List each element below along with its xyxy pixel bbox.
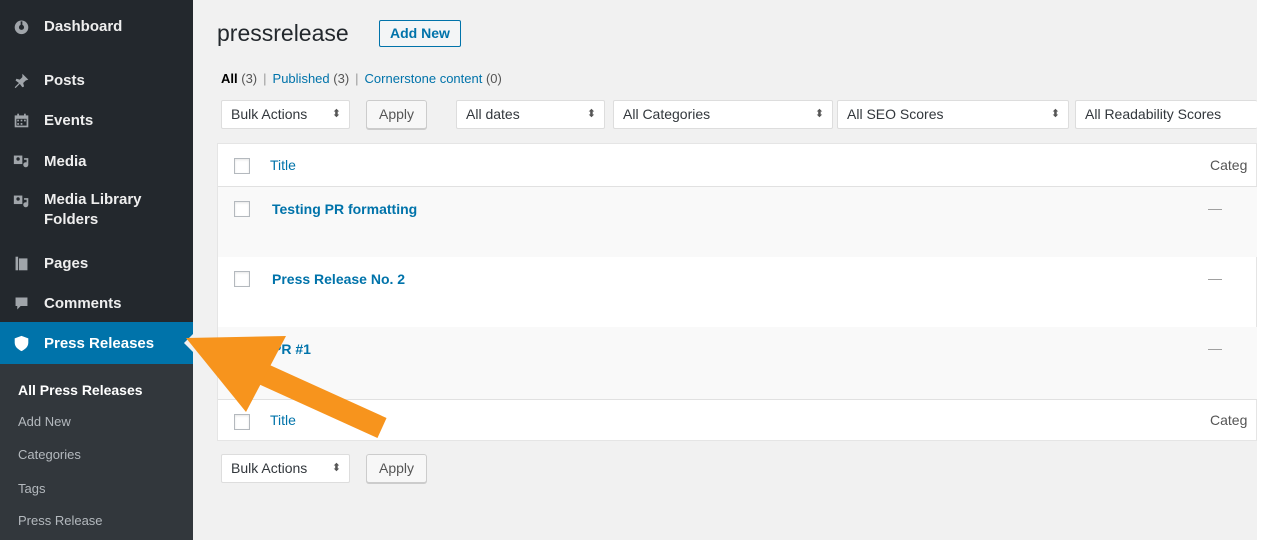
submenu-tags[interactable]: Tags [18, 481, 45, 496]
dates-filter-select[interactable]: All dates ⬍ [456, 100, 605, 129]
bulk-actions-value: Bulk Actions [231, 460, 308, 476]
posts-table: Title Categ Testing PR formatting — Pres… [217, 143, 1258, 442]
sidebar-item-label: Pages [44, 254, 89, 272]
post-categories: — [1208, 270, 1222, 286]
sidebar-item-label: Events [44, 111, 94, 129]
select-arrow-icon: ⬍ [331, 108, 341, 120]
pages-icon [12, 254, 30, 272]
select-arrow-icon: ⬍ [1050, 108, 1060, 120]
sidebar-item-label-line2: Folders [44, 211, 99, 228]
categories-filter-value: All Categories [623, 106, 711, 122]
table-header-row: Title Categ [218, 144, 1258, 187]
view-published-count: (3) [333, 71, 350, 86]
sidebar-item-label: Media [44, 152, 87, 170]
readability-filter-select[interactable]: All Readability Scores [1075, 100, 1257, 129]
row-checkbox[interactable] [234, 201, 250, 217]
sidebar-item-label-line1: Media Library [44, 191, 142, 208]
view-filter-links: All (3) | Published (3) | Cornerstone conten… [221, 71, 502, 86]
sidebar-item-events[interactable]: Events [0, 107, 193, 133]
sidebar-item-label: Comments [44, 294, 122, 312]
view-separator: | [263, 71, 267, 86]
post-categories: — [1208, 340, 1222, 356]
submenu-categories[interactable]: Categories [18, 447, 81, 462]
table-row: Press Release No. 2 — [218, 257, 1258, 327]
row-checkbox[interactable] [234, 271, 250, 287]
submenu-add-new[interactable]: Add New [18, 414, 71, 429]
sidebar-item-dashboard[interactable]: Dashboard [0, 13, 193, 39]
add-new-button[interactable]: Add New [379, 20, 461, 47]
sidebar-item-label: Dashboard [44, 17, 123, 35]
post-title-link[interactable]: PR #1 [272, 341, 311, 357]
seo-scores-filter-select[interactable]: All SEO Scores ⬍ [837, 100, 1069, 129]
dates-filter-value: All dates [466, 106, 520, 122]
post-categories: — [1208, 200, 1222, 216]
table-row: PR #1 — [218, 327, 1258, 399]
pin-icon [12, 71, 30, 89]
sidebar-item-comments[interactable]: Comments [0, 290, 193, 316]
submenu-press-release[interactable]: Press Release [18, 513, 103, 528]
column-categories-footer: Categ [1210, 412, 1248, 428]
column-categories-header: Categ [1210, 157, 1248, 173]
table-row: Testing PR formatting — [218, 187, 1258, 257]
sidebar-item-media[interactable]: Media [0, 148, 193, 174]
sidebar-item-posts[interactable]: Posts [0, 67, 193, 93]
post-title-link[interactable]: Press Release No. 2 [272, 271, 405, 287]
view-separator: | [355, 71, 359, 86]
sidebar-item-label: Media Library Folders [44, 190, 142, 230]
shield-icon [12, 334, 30, 352]
readability-filter-value: All Readability Scores [1085, 106, 1222, 122]
column-title-header[interactable]: Title [270, 157, 296, 173]
view-cornerstone-link[interactable]: Cornerstone content [365, 71, 483, 86]
categories-filter-select[interactable]: All Categories ⬍ [613, 100, 833, 129]
sidebar-item-media-library-folders[interactable]: Media Library Folders [0, 190, 193, 234]
submenu-all-press-releases[interactable]: All Press Releases [18, 382, 143, 398]
main-content: pressrelease Add New All (3) | Published (… [193, 0, 1258, 540]
select-all-checkbox-footer[interactable] [234, 414, 250, 430]
dashboard-icon [12, 17, 30, 35]
media-icon [12, 192, 30, 210]
calendar-icon [12, 111, 30, 129]
bulk-actions-select-bottom[interactable]: Bulk Actions ⬍ [221, 454, 350, 483]
page-title: pressrelease [217, 20, 349, 46]
media-icon [12, 152, 30, 170]
row-checkbox[interactable] [234, 341, 250, 357]
column-title-footer[interactable]: Title [270, 412, 296, 428]
sidebar-item-label: Posts [44, 71, 85, 89]
bulk-actions-select[interactable]: Bulk Actions ⬍ [221, 100, 350, 129]
apply-button-bottom[interactable]: Apply [366, 454, 428, 483]
post-title-link[interactable]: Testing PR formatting [272, 201, 417, 217]
select-all-checkbox[interactable] [234, 158, 250, 174]
bulk-actions-value: Bulk Actions [231, 106, 308, 122]
select-arrow-icon: ⬍ [814, 108, 824, 120]
comment-icon [12, 294, 30, 312]
seo-scores-filter-value: All SEO Scores [847, 106, 944, 122]
select-arrow-icon: ⬍ [586, 108, 596, 120]
view-published-link[interactable]: Published [273, 71, 330, 86]
admin-sidebar: Dashboard Posts Events Media Media Libra… [0, 0, 193, 540]
sidebar-item-press-releases[interactable]: Press Releases [0, 322, 193, 364]
select-arrow-icon: ⬍ [331, 462, 341, 474]
press-releases-submenu: All Press Releases Add New Categories Ta… [0, 364, 193, 540]
view-all-link[interactable]: All [221, 71, 238, 86]
view-cornerstone-count: (0) [485, 71, 502, 86]
view-all-count: (3) [241, 71, 258, 86]
sidebar-item-label: Press Releases [44, 334, 155, 352]
right-edge [1257, 0, 1264, 540]
apply-button[interactable]: Apply [366, 100, 428, 129]
sidebar-item-pages[interactable]: Pages [0, 250, 193, 276]
table-footer-row: Title Categ [218, 399, 1258, 442]
